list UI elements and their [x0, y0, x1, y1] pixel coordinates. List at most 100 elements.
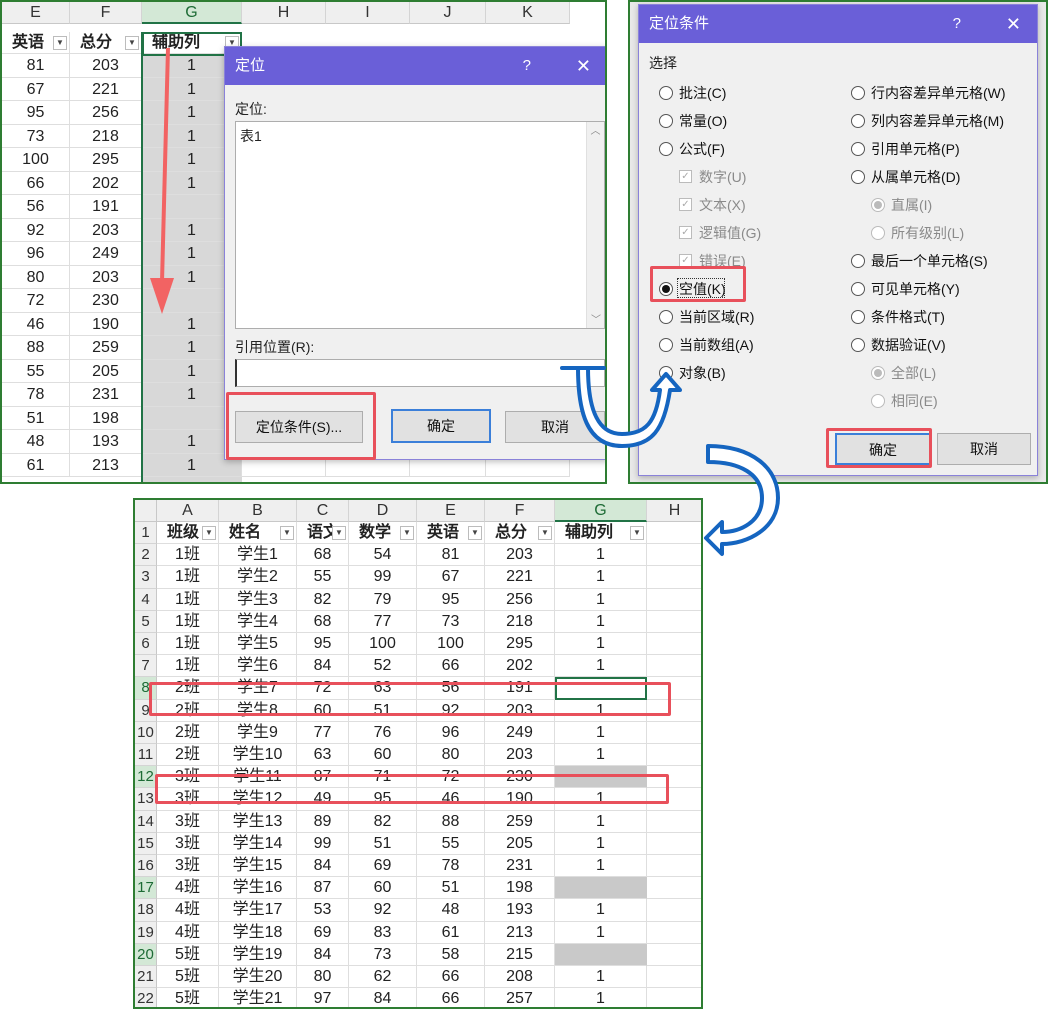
option-label[interactable]: 条件格式(T): [871, 307, 945, 327]
goto-listbox[interactable]: 表1 ︿ ﹀: [235, 121, 605, 329]
table-cell[interactable]: 193: [485, 899, 555, 922]
filter-dropdown-icon[interactable]: ▼: [280, 526, 294, 540]
close-icon[interactable]: ✕: [576, 47, 591, 85]
radio-button-icon[interactable]: [851, 142, 865, 156]
table-cell[interactable]: 4班: [157, 921, 219, 944]
filter-dropdown-icon[interactable]: ▼: [538, 526, 552, 540]
table-cell[interactable]: 学生8: [219, 699, 297, 722]
table-cell[interactable]: 81: [417, 544, 485, 567]
table-cell[interactable]: 学生18: [219, 921, 297, 944]
table-cell[interactable]: 学生20: [219, 966, 297, 989]
table-cell[interactable]: 51: [349, 699, 417, 722]
help-icon[interactable]: ?: [523, 47, 531, 85]
radio-button-icon[interactable]: [851, 114, 865, 128]
table-cell[interactable]: 76: [349, 721, 417, 744]
table-cell[interactable]: 230: [70, 289, 142, 313]
special-cancel-button[interactable]: 取消: [937, 433, 1031, 465]
table-cell[interactable]: 203: [70, 54, 142, 78]
empty-cell[interactable]: [647, 655, 701, 678]
table-cell[interactable]: 78: [417, 855, 485, 878]
special-button[interactable]: 定位条件(S)...: [235, 411, 363, 443]
table-cell[interactable]: 77: [349, 610, 417, 633]
table-cell[interactable]: 295: [485, 633, 555, 656]
table-cell[interactable]: 56: [2, 195, 70, 219]
table-cell[interactable]: 208: [485, 966, 555, 989]
table-cell[interactable]: 学生6: [219, 655, 297, 678]
listbox-scrollbar[interactable]: ︿ ﹀: [586, 122, 604, 328]
table-cell[interactable]: 198: [485, 877, 555, 900]
table-cell[interactable]: 学生1: [219, 544, 297, 567]
table-cell[interactable]: 66: [417, 988, 485, 1007]
option-label[interactable]: 最后一个单元格(S): [871, 251, 988, 271]
table-cell[interactable]: 88: [417, 810, 485, 833]
table-cell[interactable]: 205: [70, 359, 142, 383]
table-cell[interactable]: 4班: [157, 899, 219, 922]
table-cell[interactable]: 1: [555, 588, 647, 611]
table-cell[interactable]: 49: [297, 788, 349, 811]
table-cell[interactable]: 学生13: [219, 810, 297, 833]
filter-dropdown-icon[interactable]: ▼: [332, 526, 346, 540]
empty-cell[interactable]: [647, 722, 701, 744]
table-cell[interactable]: 69: [349, 855, 417, 878]
row-header[interactable]: 13: [135, 788, 157, 811]
table-cell[interactable]: 学生7: [219, 677, 297, 700]
table-cell[interactable]: 69: [297, 921, 349, 944]
table-cell[interactable]: 249: [485, 721, 555, 744]
table-cell[interactable]: 2班: [157, 699, 219, 722]
table-cell[interactable]: 55: [2, 359, 70, 383]
filter-dropdown-icon[interactable]: ▼: [630, 526, 644, 540]
table-cell[interactable]: 259: [70, 336, 142, 360]
header-cell[interactable]: 数学 ▼: [349, 522, 417, 545]
radio-button-icon[interactable]: [659, 142, 673, 156]
column-header[interactable]: A: [157, 500, 219, 522]
table-cell[interactable]: 84: [297, 943, 349, 966]
radio-button-icon[interactable]: [851, 170, 865, 184]
option-label[interactable]: 从属单元格(D): [871, 167, 960, 187]
table-cell[interactable]: 48: [417, 899, 485, 922]
table-cell[interactable]: 190: [70, 312, 142, 336]
table-cell[interactable]: 46: [417, 788, 485, 811]
table-cell[interactable]: 3班: [157, 855, 219, 878]
option-label[interactable]: 列内容差异单元格(M): [871, 111, 1004, 131]
table-cell[interactable]: 95: [417, 588, 485, 611]
table-cell[interactable]: 72: [297, 677, 349, 700]
empty-cell[interactable]: [647, 633, 701, 656]
table-cell[interactable]: 191: [485, 677, 555, 700]
option-label[interactable]: 批注(C): [679, 83, 726, 103]
table-cell[interactable]: 1: [555, 899, 647, 922]
table-cell[interactable]: 60: [297, 699, 349, 722]
header-cell[interactable]: 英语 ▼: [417, 522, 485, 545]
table-cell[interactable]: 66: [417, 966, 485, 989]
table-cell[interactable]: 190: [485, 788, 555, 811]
table-cell[interactable]: 215: [485, 943, 555, 966]
table-cell[interactable]: 学生3: [219, 588, 297, 611]
table-cell[interactable]: 3班: [157, 810, 219, 833]
table-cell[interactable]: 84: [349, 988, 417, 1007]
scroll-up-icon[interactable]: ︿: [587, 122, 604, 137]
table-cell[interactable]: 92: [2, 218, 70, 242]
row-header[interactable]: 2: [135, 544, 157, 567]
table-cell[interactable]: 203: [70, 218, 142, 242]
row-header[interactable]: 4: [135, 588, 157, 611]
table-cell[interactable]: 213: [70, 453, 142, 477]
table-cell[interactable]: 55: [417, 832, 485, 855]
row-header[interactable]: 7: [135, 655, 157, 678]
table-cell[interactable]: 83: [349, 921, 417, 944]
table-cell[interactable]: 79: [349, 588, 417, 611]
empty-cell[interactable]: [647, 677, 701, 700]
row-header[interactable]: 21: [135, 966, 157, 989]
table-cell[interactable]: 3班: [157, 766, 219, 789]
table-cell[interactable]: 73: [2, 124, 70, 148]
table-cell[interactable]: 56: [417, 677, 485, 700]
header-cell[interactable]: 总分 ▼: [485, 522, 555, 545]
table-cell[interactable]: 1班: [157, 655, 219, 678]
table-cell[interactable]: 学生14: [219, 832, 297, 855]
table-cell[interactable]: 73: [349, 943, 417, 966]
table-cell[interactable]: 95: [297, 633, 349, 656]
table-cell[interactable]: 257: [485, 988, 555, 1007]
table-cell[interactable]: 53: [297, 899, 349, 922]
option-label[interactable]: 当前数组(A): [679, 335, 754, 355]
help-icon[interactable]: ?: [953, 5, 961, 43]
option-label[interactable]: 数据验证(V): [871, 335, 946, 355]
empty-cell[interactable]: [647, 922, 701, 944]
